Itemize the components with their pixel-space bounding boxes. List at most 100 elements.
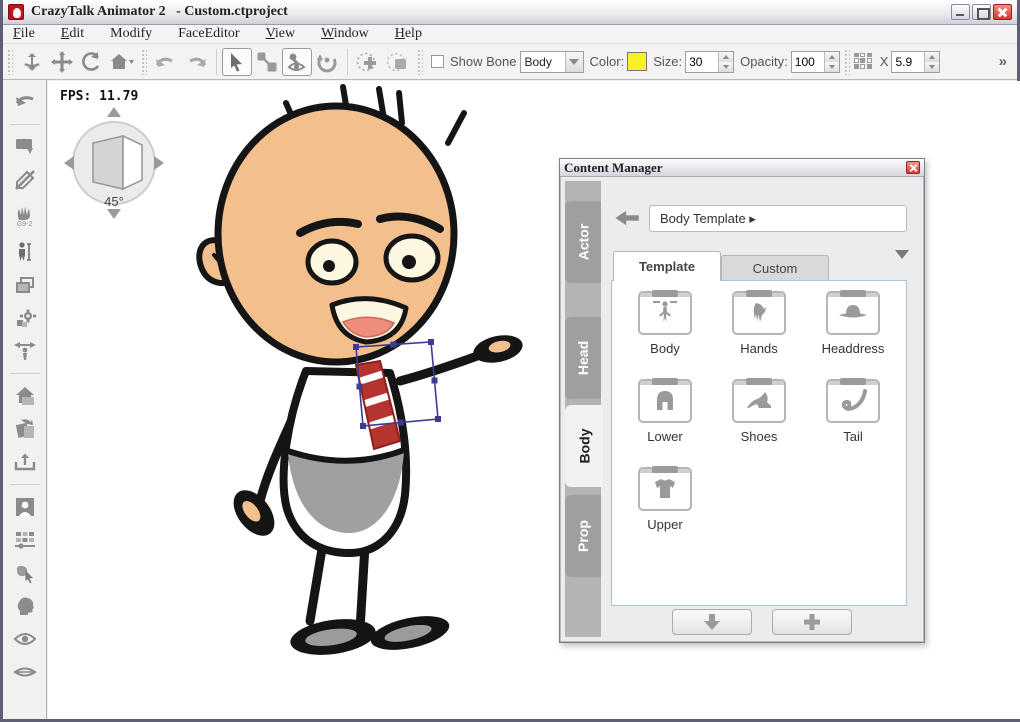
home-drop-icon[interactable] <box>9 382 41 410</box>
toolbar: Show Bone Body Color: Size: Opacity: X » <box>3 44 1017 80</box>
menu-window[interactable]: Window <box>321 26 369 42</box>
menu-faceeditor[interactable]: FaceEditor <box>178 26 239 42</box>
menu-file[interactable]: File <box>13 26 35 42</box>
shoes-icon <box>747 392 771 408</box>
color-label: Color: <box>589 54 625 69</box>
link-bone-icon[interactable] <box>252 48 282 76</box>
left-tool-sidebar: G9-2 <box>3 80 47 719</box>
bone-visibility-icon[interactable] <box>282 47 312 76</box>
add-circle-mask-icon[interactable] <box>353 48 383 76</box>
hand-gesture-icon[interactable]: G9-2 <box>9 199 41 233</box>
template-item-tail[interactable]: Tail <box>806 379 900 467</box>
pencil-off-icon[interactable] <box>9 166 41 194</box>
opacity-spinner[interactable] <box>790 50 840 73</box>
tab-custom[interactable]: Custom <box>721 255 829 281</box>
menubar: File Edit Modify FaceEditor View Window … <box>3 25 1017 44</box>
view-options-dropdown[interactable] <box>895 250 909 274</box>
maximize-button[interactable] <box>972 4 991 20</box>
toolbar-drag-handle[interactable] <box>141 48 147 75</box>
export-tray-icon[interactable] <box>9 448 41 476</box>
toolbar-overflow-button[interactable]: » <box>999 53 1007 70</box>
apply-down-button[interactable] <box>672 609 752 635</box>
x-spinner[interactable] <box>891 50 941 73</box>
character-figure[interactable] <box>48 81 568 681</box>
tab-body[interactable]: Body <box>565 405 603 487</box>
right-arm[interactable] <box>395 350 485 386</box>
person-flip-icon[interactable] <box>9 337 41 365</box>
menu-view[interactable]: View <box>266 26 296 42</box>
show-bone-label: Show Bone <box>450 54 517 69</box>
size-down-button[interactable] <box>719 61 734 72</box>
template-item-lower[interactable]: Lower <box>618 379 712 467</box>
opacity-up-button[interactable] <box>824 51 839 62</box>
menu-help[interactable]: Help <box>395 26 422 42</box>
tab-template[interactable]: Template <box>613 251 721 281</box>
close-button[interactable] <box>993 4 1012 20</box>
eye-icon[interactable] <box>9 625 41 653</box>
select-tool-icon[interactable] <box>222 47 252 76</box>
opacity-down-button[interactable] <box>824 61 839 72</box>
rotate-view-icon[interactable] <box>77 48 107 76</box>
down-arrow-icon <box>704 614 720 630</box>
portrait-icon[interactable] <box>9 493 41 521</box>
content-manager-titlebar[interactable]: Content Manager <box>560 159 924 177</box>
grid-slider-icon[interactable] <box>9 526 41 554</box>
grid-layout-icon[interactable] <box>853 52 874 71</box>
color-swatch[interactable] <box>627 52 648 71</box>
breadcrumb[interactable]: Body Template ▸ <box>649 205 907 232</box>
template-item-body[interactable]: Body <box>618 291 712 379</box>
show-bone-checkbox[interactable] <box>431 55 444 68</box>
back-arrow-button[interactable] <box>615 209 641 227</box>
hand-gesture-badge: G9-2 <box>16 220 33 228</box>
stamp-apply-icon[interactable] <box>9 133 41 161</box>
x-down-button[interactable] <box>925 61 940 72</box>
template-grid: Body Hands Headdress Lower Shoes Tail Up… <box>611 280 907 606</box>
actor-scale-icon[interactable] <box>9 238 41 266</box>
tab-head[interactable]: Head <box>565 317 601 399</box>
opacity-label: Opacity: <box>740 54 788 69</box>
menu-edit[interactable]: Edit <box>61 26 84 42</box>
add-button[interactable] <box>772 609 852 635</box>
gear-parts-icon[interactable] <box>9 304 41 332</box>
x-up-button[interactable] <box>925 51 940 62</box>
mouth-icon[interactable] <box>9 658 41 686</box>
size-input[interactable] <box>686 51 719 72</box>
page-rotate-icon[interactable] <box>9 415 41 443</box>
content-manager-close-button[interactable] <box>906 161 920 174</box>
minimize-button[interactable] <box>951 4 970 20</box>
left-pupil <box>323 260 335 272</box>
template-item-hands[interactable]: Hands <box>712 291 806 379</box>
layers-icon[interactable] <box>9 271 41 299</box>
template-item-headdress[interactable]: Headdress <box>806 291 900 379</box>
app-window: CrazyTalk Animator 2 - Custom.ctproject … <box>0 0 1020 722</box>
tab-actor[interactable]: Actor <box>565 201 601 283</box>
toolbar-drag-handle[interactable] <box>7 48 13 75</box>
opacity-input[interactable] <box>791 51 824 72</box>
menu-modify[interactable]: Modify <box>110 26 152 42</box>
titlebar: CrazyTalk Animator 2 - Custom.ctproject <box>3 0 1017 25</box>
x-input[interactable] <box>892 51 925 72</box>
size-spinner[interactable] <box>685 50 735 73</box>
template-item-shoes[interactable]: Shoes <box>712 379 806 467</box>
rotate-pivot-icon[interactable] <box>312 48 342 76</box>
toolbar-drag-handle[interactable] <box>843 48 850 75</box>
combobox-dropdown-button[interactable] <box>564 51 583 72</box>
redo-icon[interactable] <box>181 48 211 76</box>
toolbar-drag-handle[interactable] <box>417 48 423 75</box>
undo-icon[interactable] <box>151 48 181 76</box>
add-rect-mask-icon[interactable] <box>383 48 413 76</box>
cursor-pick-icon[interactable] <box>9 559 41 587</box>
content-manager-title: Content Manager <box>564 159 663 175</box>
tab-prop[interactable]: Prop <box>565 495 601 577</box>
template-item-upper[interactable]: Upper <box>618 467 712 555</box>
home-icon[interactable] <box>107 48 137 76</box>
pan-icon[interactable] <box>47 48 77 76</box>
head-icon[interactable] <box>9 592 41 620</box>
tail-icon <box>841 389 867 411</box>
upper-icon <box>655 479 675 498</box>
chevron-down-icon <box>569 58 579 65</box>
size-up-button[interactable] <box>719 51 734 62</box>
back-curve-icon[interactable] <box>9 88 41 116</box>
bone-target-combobox[interactable]: Body <box>519 50 584 73</box>
camera-zoom-icon[interactable] <box>17 48 47 76</box>
